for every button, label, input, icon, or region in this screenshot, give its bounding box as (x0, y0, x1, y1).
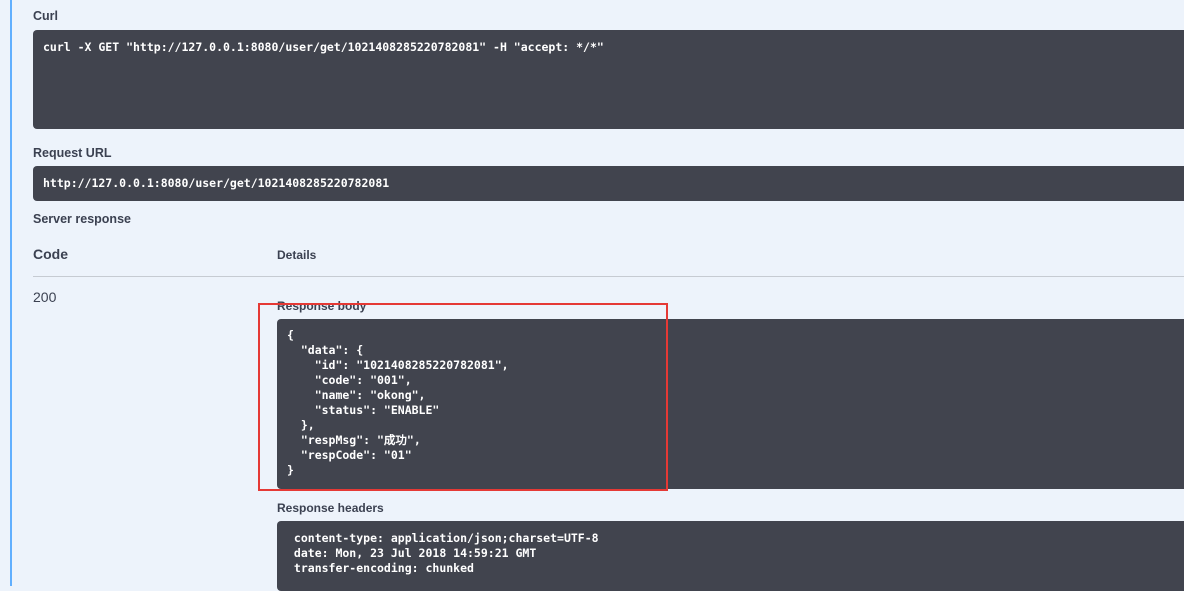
curl-label: Curl (33, 9, 58, 23)
response-body-label: Response body (277, 299, 367, 313)
request-url-block[interactable]: http://127.0.0.1:8080/user/get/102140828… (33, 166, 1184, 201)
request-url-label: Request URL (33, 146, 112, 160)
response-body-block[interactable]: { "data": { "id": "1021408285220782081",… (277, 319, 1184, 489)
details-column-header: Details (277, 248, 317, 262)
response-headers-text: content-type: application/json;charset=U… (293, 531, 599, 575)
curl-command-text: curl -X GET "http://127.0.0.1:8080/user/… (43, 40, 604, 54)
response-headers-label: Response headers (277, 501, 384, 515)
operation-left-border (10, 0, 12, 586)
code-column-header: Code (33, 246, 68, 262)
response-status-code: 200 (33, 289, 57, 305)
response-headers-block[interactable]: content-type: application/json;charset=U… (277, 521, 1184, 591)
curl-command-block[interactable]: curl -X GET "http://127.0.0.1:8080/user/… (33, 30, 1184, 129)
request-url-text: http://127.0.0.1:8080/user/get/102140828… (43, 176, 390, 190)
response-body-json: { "data": { "id": "1021408285220782081",… (287, 328, 509, 477)
server-response-label: Server response (33, 212, 131, 226)
table-header-divider (33, 276, 1184, 277)
